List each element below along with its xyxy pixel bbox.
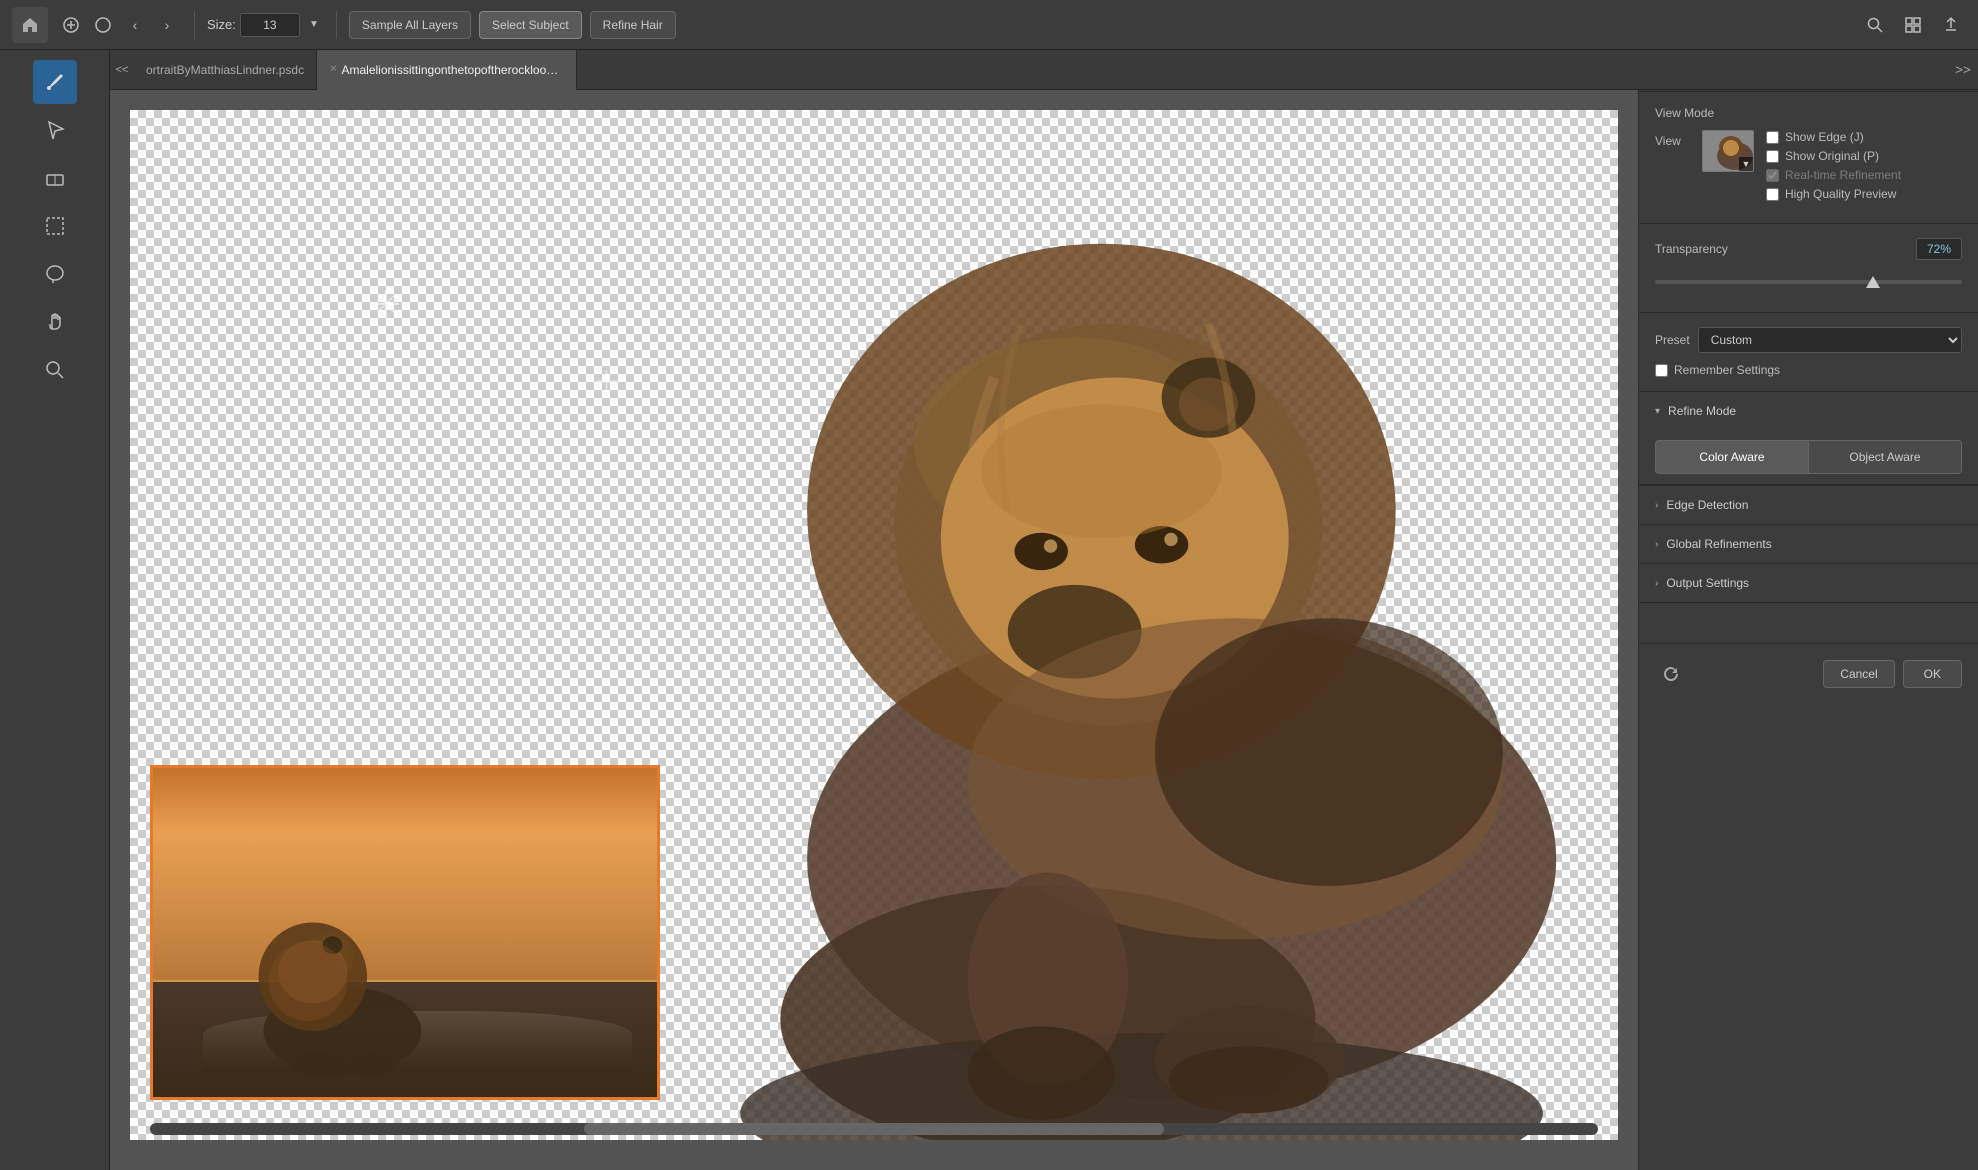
refine-mode-section: ▾ Refine Mode Color Aware Object Aware: [1639, 392, 1978, 486]
refine-mode-buttons: Color Aware Object Aware: [1639, 430, 1978, 485]
brush-tool-button[interactable]: [33, 60, 77, 104]
tabs-expand-button[interactable]: >>: [1948, 50, 1978, 90]
thumbnail-overlay: [150, 765, 660, 1100]
brush-circle-button[interactable]: [88, 10, 118, 40]
size-control: Size: ▼: [207, 10, 324, 40]
tab-lion-label: Amalelionissittingonthetopoftherocklooki…: [341, 63, 564, 77]
show-edge-checkbox[interactable]: [1766, 131, 1779, 144]
preset-section: Preset Default Custom Hair & Fur Remembe…: [1639, 313, 1978, 392]
high-quality-label: High Quality Preview: [1785, 187, 1896, 201]
transparency-section: Transparency 72%: [1639, 224, 1978, 313]
realtime-row: Real-time Refinement: [1766, 168, 1962, 182]
view-mode-section: View Mode View ▼ Show Edge (J): [1639, 92, 1978, 224]
transparency-label: Transparency: [1655, 242, 1728, 256]
remember-settings-row[interactable]: Remember Settings: [1655, 363, 1962, 377]
canvas-area: [110, 90, 1638, 1170]
cancel-button[interactable]: Cancel: [1823, 660, 1894, 688]
remember-checkbox[interactable]: [1655, 364, 1668, 377]
lasso-tool-button[interactable]: [33, 252, 77, 296]
layout-button[interactable]: [1898, 10, 1928, 40]
hand-tool-button[interactable]: [33, 300, 77, 344]
size-dropdown-button[interactable]: ▼: [304, 10, 324, 40]
view-dropdown-icon[interactable]: ▼: [1739, 157, 1753, 171]
brush-group: ‹ ›: [56, 10, 182, 40]
edge-detection-section: › Edge Detection: [1639, 486, 1978, 525]
select-subject-button[interactable]: Select Subject: [479, 11, 582, 39]
global-refinements-chevron: ›: [1655, 539, 1658, 550]
canvas-content[interactable]: [130, 110, 1618, 1140]
show-original-label: Show Original (P): [1785, 149, 1879, 163]
tabs-collapse-button[interactable]: <<: [110, 50, 134, 90]
canvas-horizontal-scrollbar[interactable]: [150, 1123, 1598, 1135]
sample-all-layers-button[interactable]: Sample All Layers: [349, 11, 471, 39]
tab-lion[interactable]: ✕ Amalelionissittingonthetopoftherockloo…: [317, 50, 577, 90]
transparency-value[interactable]: 72%: [1916, 238, 1962, 260]
view-label: View: [1655, 134, 1690, 148]
select-tool-button[interactable]: [33, 204, 77, 248]
high-quality-checkbox[interactable]: [1766, 188, 1779, 201]
brush-back-button[interactable]: ‹: [120, 10, 150, 40]
paint-tool-button[interactable]: [33, 108, 77, 152]
size-input[interactable]: [240, 13, 300, 37]
tab-close-icon: ✕: [329, 64, 337, 75]
brush-fwd-button[interactable]: ›: [152, 10, 182, 40]
show-original-row[interactable]: Show Original (P): [1766, 149, 1962, 163]
toolbar-right: [1860, 10, 1966, 40]
global-refinements-header[interactable]: › Global Refinements: [1639, 525, 1978, 563]
refine-mode-chevron: ▾: [1655, 406, 1660, 417]
tabs-bar: << ortraitByMatthiasLindner.psdc ✕ Amale…: [110, 50, 1978, 90]
show-edge-label: Show Edge (J): [1785, 130, 1864, 144]
left-toolbar: [0, 50, 110, 1170]
output-settings-section: › Output Settings: [1639, 564, 1978, 603]
properties-panel: Properties View Mode View ▼ Show Edge (J…: [1638, 50, 1978, 1170]
edge-detection-title: Edge Detection: [1666, 498, 1748, 512]
refine-mode-header[interactable]: ▾ Refine Mode: [1639, 392, 1978, 430]
realtime-label: Real-time Refinement: [1785, 168, 1901, 182]
preset-select[interactable]: Default Custom Hair & Fur: [1698, 327, 1962, 353]
reset-button[interactable]: [1655, 658, 1687, 690]
preset-label: Preset: [1655, 333, 1690, 347]
divider2: [336, 11, 337, 39]
bottom-right-buttons: Cancel OK: [1823, 660, 1962, 688]
preset-row: Preset Default Custom Hair & Fur: [1655, 327, 1962, 353]
realtime-checkbox: [1766, 169, 1779, 182]
view-options: Show Edge (J) Show Original (P) Real-tim…: [1766, 130, 1962, 201]
size-label: Size:: [207, 17, 236, 32]
refine-mode-title: Refine Mode: [1668, 404, 1736, 418]
ok-button[interactable]: OK: [1903, 660, 1962, 688]
top-toolbar: ‹ › Size: ▼ Sample All Layers Select Sub…: [0, 0, 1978, 50]
global-refinements-title: Global Refinements: [1666, 537, 1771, 551]
refine-hair-button[interactable]: Refine Hair: [590, 11, 676, 39]
eraser-tool-button[interactable]: [33, 156, 77, 200]
output-settings-title: Output Settings: [1666, 576, 1749, 590]
tab-portrait-label: ortraitByMatthiasLindner.psdc: [146, 63, 304, 77]
output-settings-chevron: ›: [1655, 578, 1658, 589]
view-mode-title: View Mode: [1655, 106, 1962, 120]
edge-detection-chevron: ›: [1655, 500, 1658, 511]
show-edge-row[interactable]: Show Edge (J): [1766, 130, 1962, 144]
transparency-slider[interactable]: [1655, 280, 1962, 284]
remember-label: Remember Settings: [1674, 363, 1780, 377]
global-refinements-section: › Global Refinements: [1639, 525, 1978, 564]
scrollbar-thumb[interactable]: [584, 1123, 1163, 1135]
view-thumbnail[interactable]: ▼: [1702, 130, 1754, 172]
bottom-buttons: Cancel OK: [1639, 643, 1978, 704]
search-button[interactable]: [1860, 10, 1890, 40]
edge-detection-header[interactable]: › Edge Detection: [1639, 486, 1978, 524]
show-original-checkbox[interactable]: [1766, 150, 1779, 163]
high-quality-row[interactable]: High Quality Preview: [1766, 187, 1962, 201]
output-settings-header[interactable]: › Output Settings: [1639, 564, 1978, 602]
color-aware-button[interactable]: Color Aware: [1655, 440, 1808, 474]
transparency-row: Transparency 72%: [1655, 238, 1962, 260]
home-button[interactable]: [12, 7, 48, 43]
thumbnail-content: [153, 768, 657, 1097]
zoom-tool-button[interactable]: [33, 348, 77, 392]
tab-portrait[interactable]: ortraitByMatthiasLindner.psdc: [134, 50, 317, 90]
share-button[interactable]: [1936, 10, 1966, 40]
brush-add-button[interactable]: [56, 10, 86, 40]
divider1: [194, 11, 195, 39]
object-aware-button[interactable]: Object Aware: [1808, 440, 1962, 474]
view-mode-row: View ▼ Show Edge (J) Show Origi: [1655, 130, 1962, 201]
